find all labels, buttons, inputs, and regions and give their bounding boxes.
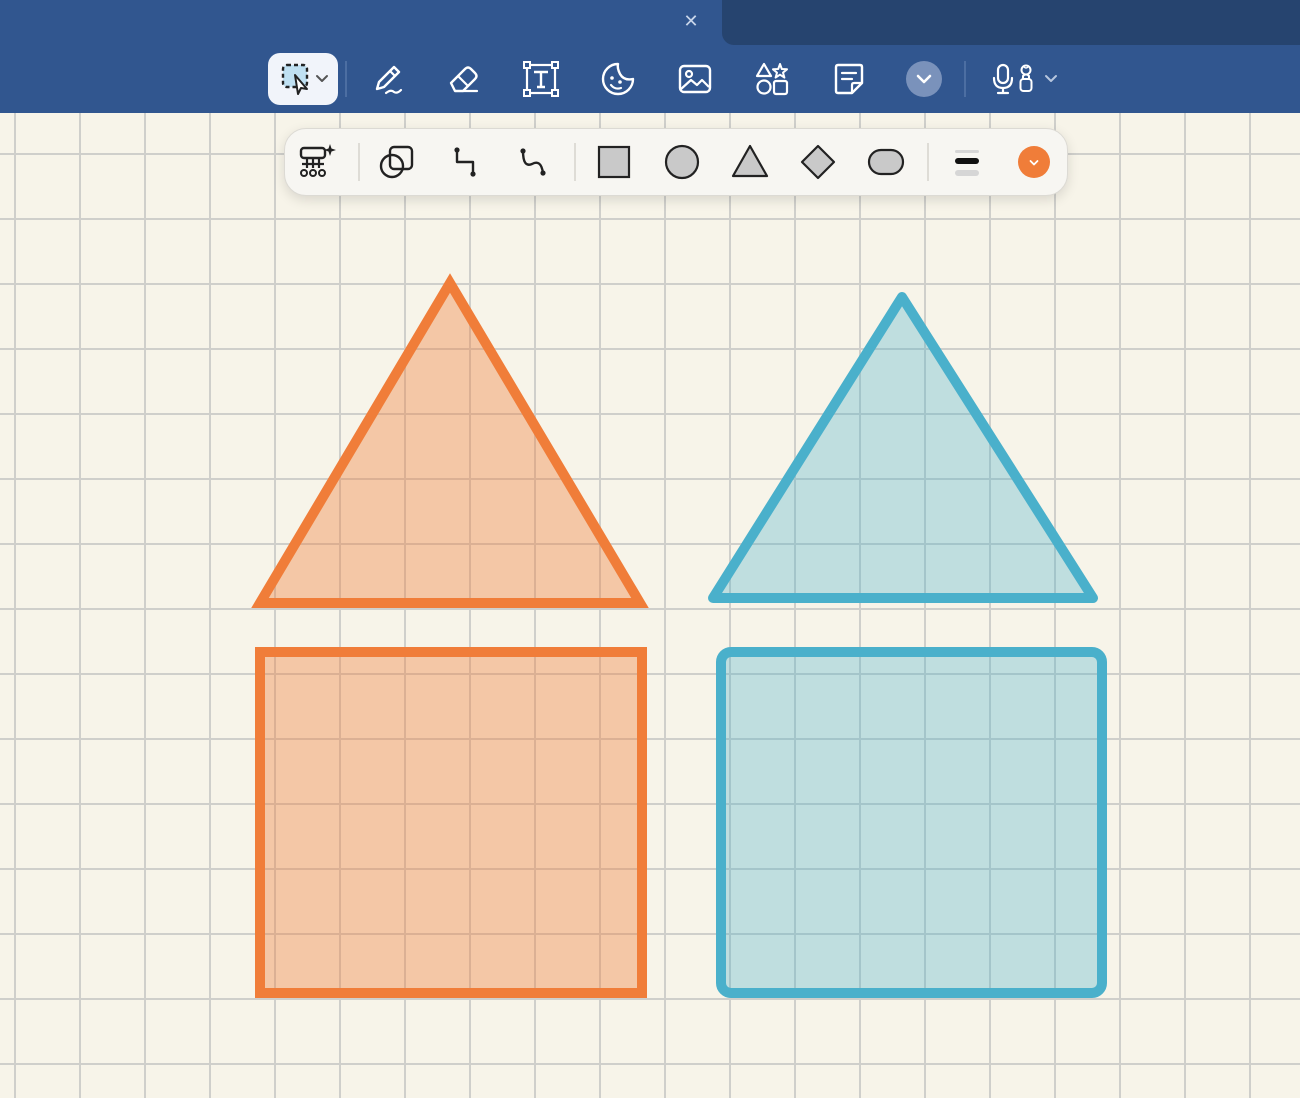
stroke-weight-icon <box>955 150 979 176</box>
square-shape-button[interactable] <box>592 140 636 184</box>
elbow-connector-icon <box>454 147 476 177</box>
circle-shape-button[interactable] <box>660 140 704 184</box>
smart-diagram-button[interactable] <box>295 140 339 184</box>
rounded-rect-shape-button[interactable] <box>864 140 908 184</box>
overlapping-shapes-icon <box>379 145 414 179</box>
palette-separator <box>927 143 929 181</box>
elbow-connector-button[interactable] <box>443 140 487 184</box>
triangle-shape-button[interactable] <box>728 140 772 184</box>
curved-connector-icon <box>520 148 546 176</box>
diamond-shape-button[interactable] <box>796 140 840 184</box>
triangle-icon <box>731 144 769 178</box>
curved-connector-button[interactable] <box>511 140 555 184</box>
stroke-weight-button[interactable] <box>945 140 989 184</box>
diamond-icon <box>800 144 836 180</box>
shape-library-button[interactable] <box>375 140 419 184</box>
orange-square[interactable] <box>255 647 647 998</box>
orange-triangle[interactable] <box>251 273 649 608</box>
blue-triangle[interactable] <box>708 292 1098 603</box>
rounded-rectangle-icon <box>867 148 905 176</box>
circle-icon <box>664 144 700 180</box>
palette-separator <box>358 143 360 181</box>
palette-separator <box>574 143 576 181</box>
color-swatch-icon <box>1018 146 1050 178</box>
shape-palette <box>284 128 1068 196</box>
color-picker-button[interactable] <box>1012 140 1056 184</box>
smart-diagram-icon <box>299 144 336 177</box>
square-icon <box>597 145 631 179</box>
blue-rounded-square[interactable] <box>716 647 1107 998</box>
